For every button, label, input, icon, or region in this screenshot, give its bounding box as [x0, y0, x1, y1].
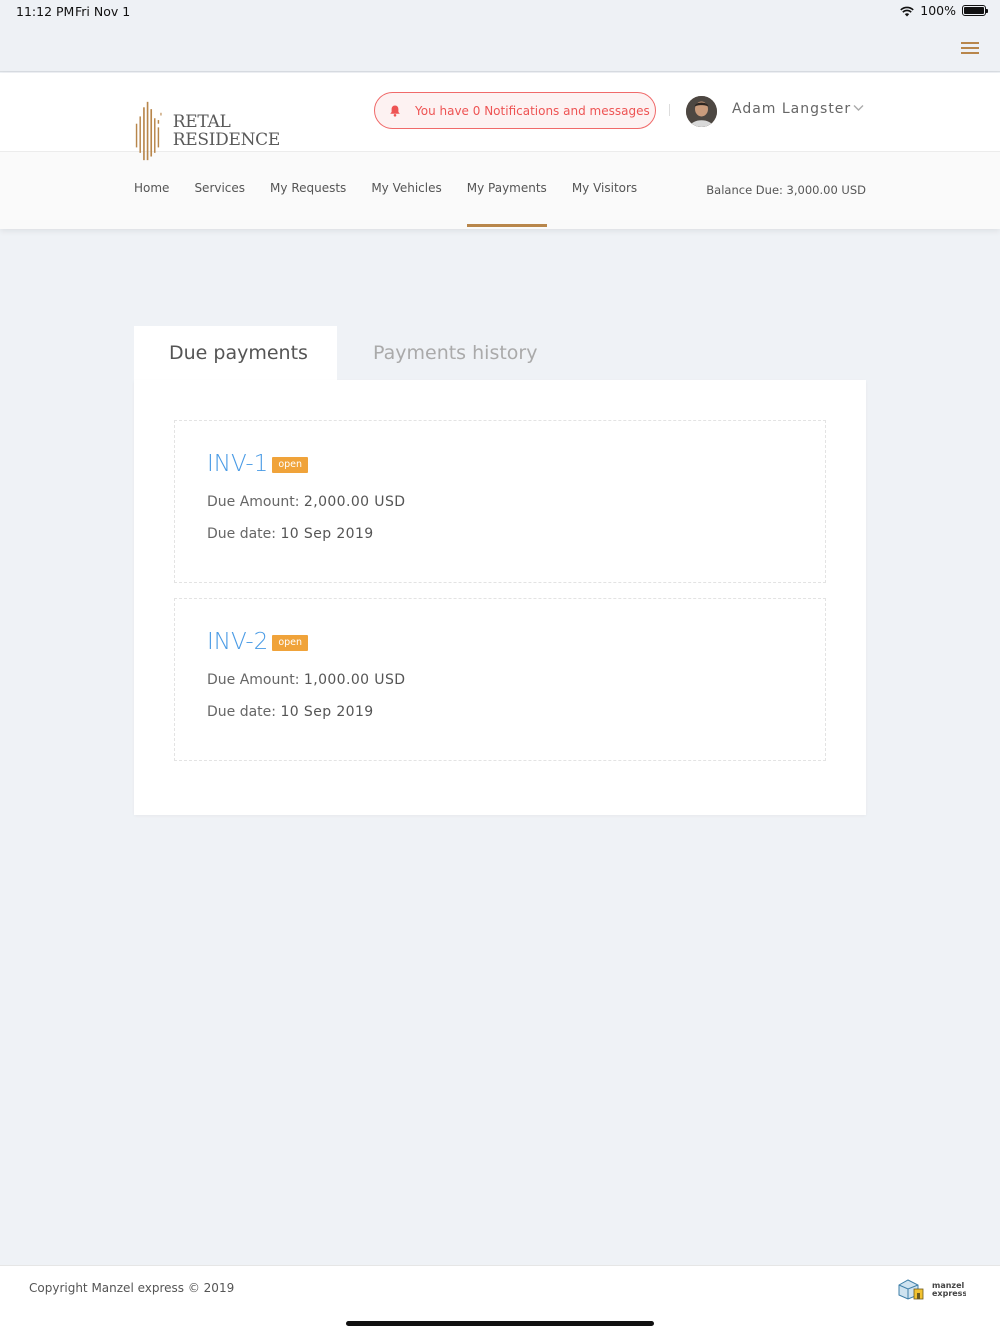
chevron-down-icon[interactable] [853, 104, 864, 112]
footer-logo-line-2: express [932, 1289, 966, 1298]
avatar-photo [686, 96, 717, 127]
notifications-button[interactable]: You have 0 Notifications and messages [374, 92, 656, 129]
invoice-id-link[interactable]: INV-1 [207, 451, 268, 477]
due-amount-value: 1,000.00 USD [303, 672, 406, 688]
logo-line-1: RETAL [172, 112, 231, 132]
battery-percent: 100% [920, 3, 956, 18]
hamburger-menu-icon[interactable] [961, 42, 979, 54]
due-amount-label: Due Amount: [207, 672, 300, 688]
status-badge: open [272, 457, 309, 473]
nav-item-my-requests[interactable]: My Requests [270, 181, 346, 195]
nav-item-home[interactable]: Home [134, 181, 169, 195]
invoice-card[interactable]: INV-1 open Due Amount: 2,000.00 USD Due … [174, 420, 826, 583]
logo-mark-icon [135, 101, 162, 161]
due-payments-panel: INV-1 open Due Amount: 2,000.00 USD Due … [134, 380, 866, 815]
balance-due: Balance Due: 3,000.00 USD [706, 183, 866, 197]
status-date: Fri Nov 1 [75, 4, 131, 19]
user-name[interactable]: Adam Langster [732, 101, 851, 117]
nav-item-services[interactable]: Services [194, 181, 245, 195]
invoice-title: INV-1 open [207, 451, 309, 477]
due-date-label: Due date: [207, 704, 277, 720]
site-footer: Copyright Manzel express © 2019 manzel e… [0, 1265, 1000, 1334]
due-date-row: Due date: 10 Sep 2019 [207, 704, 374, 720]
battery-icon [962, 5, 988, 16]
status-right: 100% [900, 3, 988, 18]
due-amount-row: Due Amount: 1,000.00 USD [207, 672, 405, 688]
invoice-title: INV-2 open [207, 629, 309, 655]
tab-payments-history[interactable]: Payments history [373, 326, 537, 380]
site-header: RETAL RESIDENCE You have 0 Notifications… [0, 73, 1000, 229]
header-separator [669, 104, 670, 116]
due-date-value: 10 Sep 2019 [280, 704, 374, 720]
due-date-label: Due date: [207, 526, 277, 542]
wifi-icon [900, 6, 915, 16]
logo-line-2: RESIDENCE [172, 130, 281, 150]
status-badge: open [272, 635, 309, 651]
due-amount-value: 2,000.00 USD [303, 494, 406, 510]
avatar[interactable] [686, 96, 717, 127]
status-time: 11:12 PM [16, 4, 75, 19]
status-bar: 11:12 PM Fri Nov 1 100% [0, 0, 1000, 72]
bell-icon [390, 105, 400, 117]
due-amount-label: Due Amount: [207, 494, 300, 510]
due-amount-row: Due Amount: 2,000.00 USD [207, 494, 405, 510]
manzel-express-logo[interactable]: manzel express [896, 1276, 966, 1302]
nav-item-my-vehicles[interactable]: My Vehicles [371, 181, 441, 195]
invoice-card[interactable]: INV-2 open Due Amount: 1,000.00 USD Due … [174, 598, 826, 761]
invoice-id-link[interactable]: INV-2 [207, 629, 268, 655]
logo-text: RETAL RESIDENCE [172, 112, 281, 150]
main-nav: Home Services My Requests My Vehicles My… [134, 181, 662, 227]
due-date-row: Due date: 10 Sep 2019 [207, 526, 374, 542]
tab-due-payments[interactable]: Due payments [134, 326, 337, 380]
nav-item-my-visitors[interactable]: My Visitors [572, 181, 637, 195]
retal-residence-logo[interactable]: RETAL RESIDENCE [134, 93, 280, 169]
notifications-text: You have 0 Notifications and messages [415, 103, 650, 118]
home-indicator[interactable] [346, 1321, 654, 1326]
nav-item-my-payments[interactable]: My Payments [466, 181, 547, 227]
copyright-text: Copyright Manzel express © 2019 [29, 1281, 235, 1295]
due-date-value: 10 Sep 2019 [280, 526, 374, 542]
